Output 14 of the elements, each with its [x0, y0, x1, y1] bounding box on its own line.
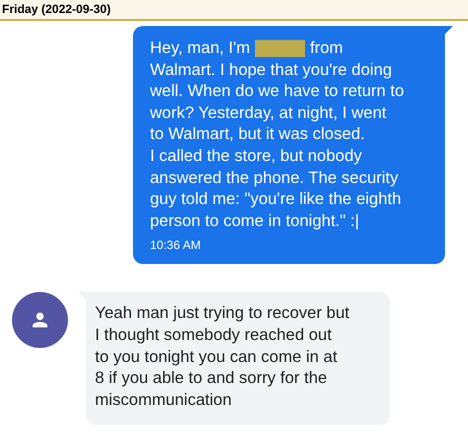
message-text: guy told me: "you're like the eighth — [150, 189, 402, 210]
message-text: work? Yesterday, at night, I went — [150, 102, 386, 124]
message-text: Yeah man just trying to recover but I thought somebody reached out to you tonight you can come in at 8 if you able to and sorry for the miscommunication — [95, 303, 350, 411]
message-text: person to come in tonight." :| — [150, 210, 360, 232]
redaction-block — [255, 40, 306, 58]
message-time: 10:36 AM — [150, 238, 202, 252]
message-text: Hey, man, I'm — [150, 38, 250, 59]
message-text: from — [310, 38, 344, 59]
message-text: Walmart. I hope that you're doing — [150, 60, 392, 81]
message-text: answered the phone. The security — [150, 168, 398, 189]
message-text: to Walmart, but it was closed. — [150, 124, 365, 146]
message-text: I called the store, but nobody — [150, 146, 362, 167]
message-text: well. When do we have to return to — [150, 81, 404, 102]
date-label: Friday (2022-09-30) — [2, 2, 111, 16]
